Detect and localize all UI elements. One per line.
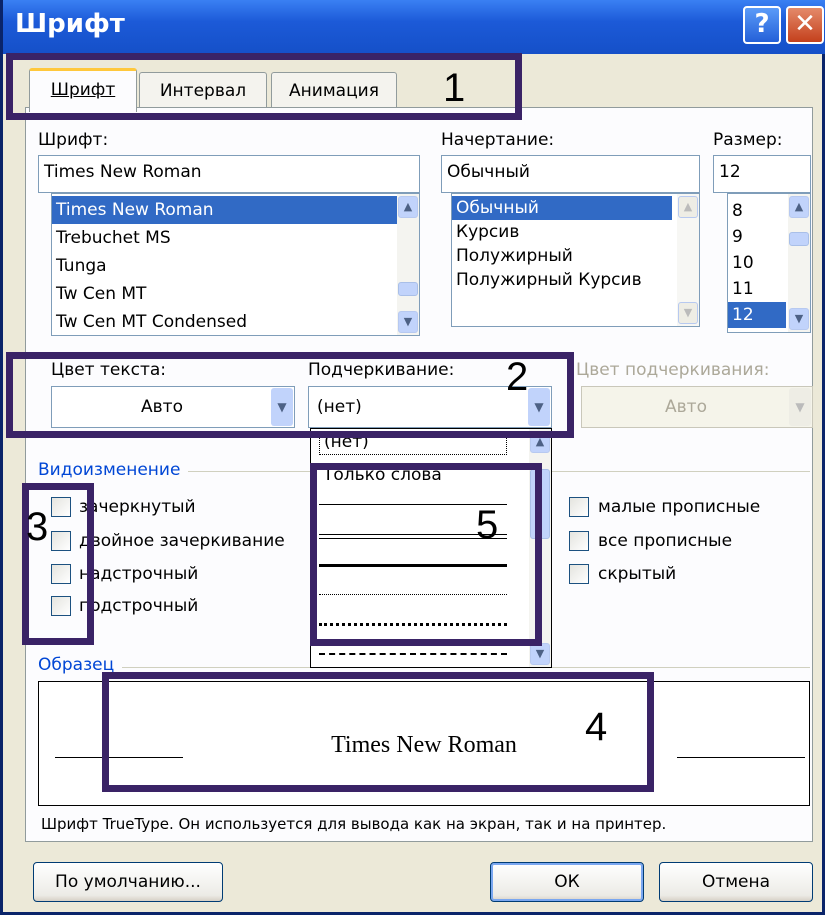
scroll-up-icon[interactable]: ▲ (398, 196, 418, 218)
annotation-number-3: 3 (26, 505, 49, 549)
all-caps-label: все прописные (598, 531, 733, 551)
underline-color-label: Цвет подчеркивания: (576, 360, 770, 380)
small-caps-label: малые прописные (598, 497, 761, 517)
list-item[interactable]: 11 (728, 276, 786, 302)
annotation-box-2 (6, 352, 574, 438)
style-label: Начертание: (441, 130, 555, 150)
list-item[interactable]: Times New Roman (52, 196, 398, 224)
list-item[interactable]: Полужирный (452, 244, 672, 268)
title-bar: Шрифт ? ✕ (3, 0, 825, 54)
scroll-down-icon[interactable]: ▼ (789, 308, 809, 330)
preview-note: Шрифт TrueType. Он используется для выво… (41, 815, 667, 833)
scroll-down-icon[interactable]: ▼ (678, 302, 698, 324)
list-item[interactable]: Обычный (452, 196, 672, 220)
size-label: Размер: (713, 130, 783, 150)
font-scrollbar[interactable]: ▲ ▼ (397, 194, 419, 335)
font-dialog: Шрифт ? ✕ Шрифт Интервал Анимация Шрифт:… (0, 0, 825, 915)
scroll-up-icon[interactable]: ▲ (678, 196, 698, 218)
size-list[interactable]: 8 9 10 11 12 ▲ ▼ (727, 193, 811, 333)
annotation-number-2: 2 (506, 355, 529, 399)
font-input[interactable]: Times New Roman (38, 155, 420, 193)
scroll-thumb[interactable] (398, 282, 418, 296)
default-button[interactable]: По умолчанию... (33, 862, 223, 902)
scroll-down-icon[interactable]: ▼ (398, 311, 418, 333)
double-strikethrough-label: двойное зачеркивание (79, 531, 285, 551)
help-button[interactable]: ? (743, 6, 781, 44)
list-item[interactable]: Tunga (52, 252, 398, 280)
list-item[interactable]: Tw Cen MT (52, 280, 398, 308)
annotation-number-5: 5 (476, 503, 499, 547)
cancel-button[interactable]: Отмена (659, 862, 813, 902)
scroll-down-icon[interactable]: ▼ (530, 643, 550, 665)
scroll-up-icon[interactable]: ▲ (789, 196, 809, 218)
style-list[interactable]: Обычный Курсив Полужирный Полужирный Кур… (451, 193, 700, 327)
style-input[interactable]: Обычный (441, 155, 700, 193)
list-item[interactable]: Trebuchet MS (52, 224, 398, 252)
underline-color-select: Авто ▼ (581, 386, 813, 428)
superscript-label: надстрочный (79, 564, 199, 584)
effects-title: Видоизменение (38, 460, 189, 480)
list-item[interactable]: 12 (728, 302, 786, 328)
list-item[interactable]: 10 (728, 250, 786, 276)
underline-dashed-option[interactable] (319, 653, 507, 655)
small-caps-checkbox[interactable] (569, 497, 589, 517)
annotation-number-1: 1 (443, 66, 466, 110)
font-list[interactable]: Times New Roman Trebuchet MS Tunga Tw Ce… (51, 193, 420, 336)
scroll-thumb[interactable] (789, 232, 809, 246)
hidden-label: скрытый (598, 564, 677, 584)
size-scrollbar[interactable]: ▲ ▼ (788, 194, 810, 332)
annotation-box-5 (310, 463, 542, 646)
annotation-box-4 (102, 672, 654, 792)
ok-button[interactable]: ОК (490, 862, 644, 902)
hidden-checkbox[interactable] (569, 564, 589, 584)
subscript-label: подстрочный (79, 596, 199, 616)
strikethrough-label: зачеркнутый (79, 497, 196, 517)
chevron-down-icon: ▼ (789, 388, 811, 426)
annotation-number-4: 4 (585, 705, 608, 749)
list-item[interactable]: Курсив (452, 220, 672, 244)
all-caps-checkbox[interactable] (569, 531, 589, 551)
size-input[interactable]: 12 (713, 155, 811, 193)
list-item[interactable]: 9 (728, 224, 786, 250)
list-item[interactable]: 8 (728, 198, 786, 224)
style-scrollbar[interactable]: ▲ ▼ (677, 194, 699, 326)
list-item[interactable]: Полужирный Курсив (452, 268, 672, 292)
list-item[interactable]: Tw Cen MT Condensed (52, 308, 398, 335)
underline-color-value: Авто (665, 397, 707, 417)
window-title: Шрифт (15, 9, 125, 39)
close-button[interactable]: ✕ (786, 6, 824, 44)
font-label: Шрифт: (38, 130, 109, 150)
